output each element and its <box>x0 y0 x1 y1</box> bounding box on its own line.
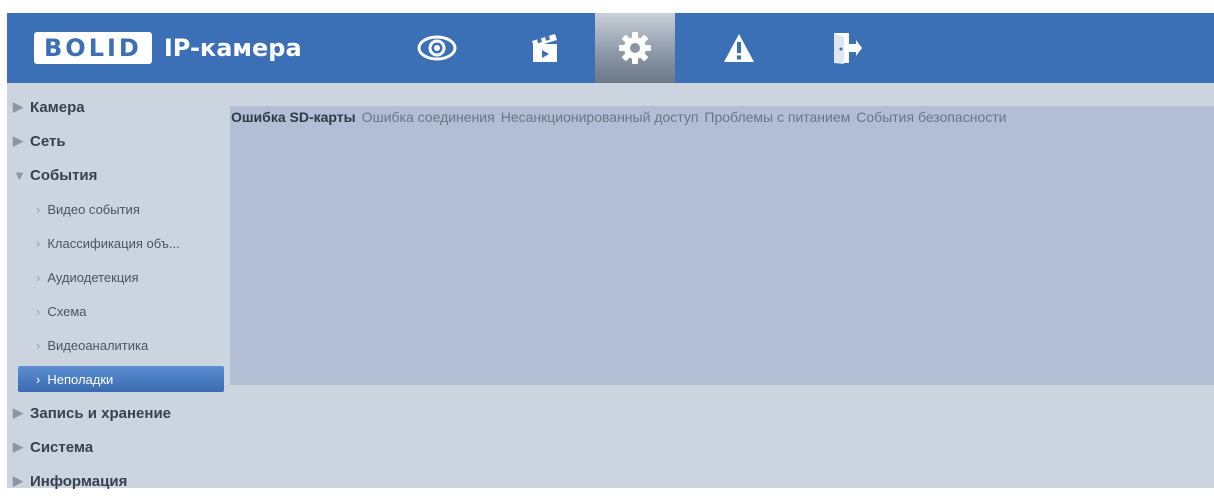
expand-arrow-icon: ▶ <box>13 405 23 420</box>
sidebar-subitem-label: Аудиодетекция <box>47 269 139 285</box>
sidebar-subitem-label: Видеоаналитика <box>47 337 149 353</box>
sidebar-item-information[interactable]: ▶ Информация <box>7 464 224 498</box>
chevron-right-icon: › <box>36 201 41 217</box>
tab-bar: Ошибка SD-карты Ошибка соединения Несанк… <box>230 106 1011 128</box>
nav-playback-button[interactable] <box>514 13 578 83</box>
chevron-right-icon: › <box>36 337 41 353</box>
sidebar-item-camera[interactable]: ▶ Камера <box>7 90 224 124</box>
sidebar-item-events[interactable]: ▼ События <box>7 158 224 192</box>
chevron-right-icon: › <box>36 235 41 251</box>
tab-sd-card-error[interactable]: Ошибка SD-карты <box>230 106 357 128</box>
sidebar-subitem-video-analytics[interactable]: › Видеоаналитика <box>7 328 224 362</box>
sidebar-item-label: Система <box>30 438 94 456</box>
sidebar-subitem-scheme[interactable]: › Схема <box>7 294 224 328</box>
sidebar-item-label: Информация <box>30 472 128 490</box>
collapse-arrow-icon: ▼ <box>13 167 26 183</box>
sidebar-subitem-malfunctions[interactable]: › Неполадки <box>18 366 224 392</box>
bolid-logo: BOLID <box>34 32 152 64</box>
sidebar-item-label: События <box>30 166 98 184</box>
expand-arrow-icon: ▶ <box>13 439 23 454</box>
top-header-bar: BOLID IP-камера <box>7 13 1214 83</box>
nav-live-button[interactable] <box>405 13 469 83</box>
tab-connection-error[interactable]: Ошибка соединения <box>361 106 496 128</box>
expand-arrow-icon: ▶ <box>13 133 23 148</box>
sidebar-item-label: Запись и хранение <box>30 404 172 422</box>
sidebar-subitem-label: Видео события <box>47 201 140 217</box>
sidebar-item-recording-storage[interactable]: ▶ Запись и хранение <box>7 396 224 430</box>
sidebar-subitem-video-events[interactable]: › Видео события <box>7 192 224 226</box>
logo: BOLID IP-камера <box>34 32 302 64</box>
nav-settings-button[interactable] <box>595 13 675 83</box>
chevron-right-icon: › <box>36 269 41 285</box>
expand-arrow-icon: ▶ <box>13 99 23 114</box>
exit-icon <box>831 31 863 65</box>
warning-icon <box>722 32 756 64</box>
product-name: IP-камера <box>163 34 302 62</box>
chevron-right-icon: › <box>36 371 41 387</box>
settings-panel: Ошибка SD-карты Ошибка соединения Несанк… <box>230 106 1214 385</box>
sidebar-item-label: Сеть <box>30 132 66 150</box>
expand-arrow-icon: ▶ <box>13 473 23 488</box>
tab-power-problems[interactable]: Проблемы с питанием <box>703 106 851 128</box>
sidebar-subitem-label: Классификация объ... <box>47 235 180 251</box>
nav-logout-button[interactable] <box>815 13 879 83</box>
app-window: BOLID IP-камера ▶ Камера ▶ Сеть ▼ Событи… <box>0 0 1214 490</box>
eye-icon <box>416 33 458 63</box>
clapperboard-icon <box>529 31 563 65</box>
sidebar-subitem-object-classification[interactable]: › Классификация объ... <box>7 226 224 260</box>
sidebar-item-system[interactable]: ▶ Система <box>7 430 224 464</box>
sidebar-item-network[interactable]: ▶ Сеть <box>7 124 224 158</box>
nav-alarm-button[interactable] <box>707 13 771 83</box>
sidebar-menu: ▶ Камера ▶ Сеть ▼ События › Видео событи… <box>7 90 224 498</box>
sidebar-subitem-label: Схема <box>47 303 87 319</box>
sidebar-subitem-audio-detection[interactable]: › Аудиодетекция <box>7 260 224 294</box>
sidebar-subitem-label: Неполадки <box>47 371 114 387</box>
tab-unauthorized-access[interactable]: Несанкционированный доступ <box>500 106 700 128</box>
chevron-right-icon: › <box>36 303 41 319</box>
sidebar-item-label: Камера <box>30 98 85 116</box>
tab-security-events[interactable]: События безопасности <box>855 106 1007 128</box>
gear-icon <box>617 30 653 66</box>
